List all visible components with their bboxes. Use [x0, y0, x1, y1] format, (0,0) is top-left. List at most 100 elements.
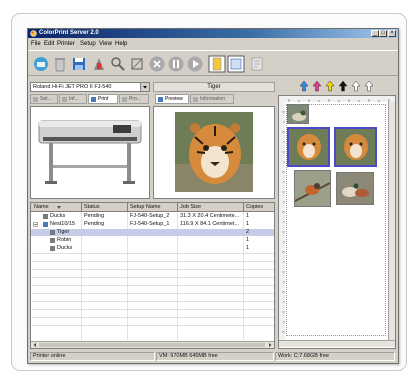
- close-button[interactable]: ×: [388, 30, 396, 37]
- layout-thumb-ducks-2[interactable]: [336, 172, 374, 205]
- job-icon: [50, 238, 55, 243]
- new-icon[interactable]: [32, 55, 50, 73]
- title-bar: ColorPrint Server 2.0 _ □ ×: [28, 29, 398, 38]
- arrow-up-magenta-icon[interactable]: [312, 80, 322, 92]
- job-icon: [43, 214, 48, 219]
- app-window: ColorPrint Server 2.0 _ □ × File Edit Pr…: [27, 28, 399, 364]
- printer-image: [38, 120, 142, 184]
- page-portrait-icon[interactable]: [208, 55, 226, 73]
- cell-name: Tiger: [57, 229, 70, 235]
- job-icon: [50, 246, 55, 251]
- menu-edit[interactable]: Edit: [44, 41, 54, 48]
- layout-thumb-tiger-1[interactable]: [287, 127, 330, 167]
- canvas-vertical-scrollbar[interactable]: [388, 102, 395, 340]
- menu-view[interactable]: View: [99, 41, 112, 48]
- settings-icon[interactable]: [90, 55, 108, 73]
- ducks-thumb-image: [288, 105, 308, 123]
- printer-selector[interactable]: Roland Hi-Fi JET PRO II FJ-540: [30, 82, 150, 92]
- col-size[interactable]: Job Size: [180, 204, 201, 211]
- tab-print-label: Print: [98, 96, 109, 102]
- zoom-icon[interactable]: [109, 55, 127, 73]
- arrow-up-yellow-icon[interactable]: [325, 80, 335, 92]
- layout-thumb-tiger-2[interactable]: [334, 127, 377, 167]
- cell-copies: 1: [246, 245, 250, 251]
- table-row[interactable]: Tiger 2: [31, 229, 274, 236]
- window-title: ColorPrint Server 2.0: [39, 30, 99, 36]
- tab-preview[interactable]: Preview: [155, 94, 189, 104]
- tab-properties[interactable]: Pro...: [119, 94, 149, 104]
- nest-icon: [43, 222, 48, 227]
- layout-thumb-ducks[interactable]: [287, 104, 309, 124]
- cell-size: 31.3 X 20.4 Centimete...: [180, 213, 240, 219]
- tab-info[interactable]: Inf...: [59, 94, 87, 104]
- arrow-up-white-icon[interactable]: [351, 80, 361, 92]
- preview-icon: [158, 97, 163, 102]
- arrow-up-blue-icon[interactable]: [299, 80, 309, 92]
- tab-preview-label: Preview: [165, 96, 183, 102]
- menu-bar: File Edit Printer Setup View Help: [28, 39, 398, 49]
- scroll-right-icon[interactable]: [267, 342, 273, 348]
- job-name-header: Tiger: [153, 82, 275, 92]
- table-header: Name Status Setup Name Job Size Copies: [31, 203, 274, 212]
- tab-info-label: Inf...: [69, 96, 79, 102]
- table-row[interactable]: Ducks 1: [31, 245, 274, 252]
- cell-copies: 1: [246, 221, 250, 227]
- cell-name: Robin: [57, 237, 72, 243]
- cell-name: Nest10/15: [50, 221, 76, 227]
- tab-information[interactable]: Information: [190, 94, 234, 104]
- tab-setup-label: Set...: [40, 96, 52, 102]
- cut-marks-icon[interactable]: [248, 55, 266, 73]
- ducks-thumb-image: [337, 173, 373, 204]
- maximize-button[interactable]: □: [379, 30, 387, 37]
- information-icon: [193, 97, 198, 102]
- table-horizontal-scrollbar[interactable]: [31, 341, 274, 348]
- pause-icon[interactable]: [167, 55, 185, 73]
- arrow-up-black-icon[interactable]: [338, 80, 348, 92]
- vertical-ruler: [279, 102, 285, 340]
- info-icon: [62, 97, 67, 102]
- col-setup[interactable]: Setup Name: [130, 204, 161, 211]
- arrow-up-outline-icon[interactable]: [364, 80, 374, 92]
- table-row[interactable]: Robin 1: [31, 237, 274, 244]
- table-row[interactable]: Ducks Pending FJ-540-Setup_2 31.3 X 20.4…: [31, 213, 274, 220]
- printer-selector-value: Roland Hi-Fi JET PRO II FJ-540: [33, 84, 112, 90]
- crop-icon[interactable]: [128, 55, 146, 73]
- status-bar: Printer online VM: 970MB 645MB free Work…: [28, 351, 398, 362]
- cell-name: Ducks: [50, 213, 66, 219]
- table-row[interactable]: Nest10/15 Pending FJ-540-Setup_1 116.9 X…: [31, 221, 274, 228]
- trash-icon[interactable]: [51, 55, 69, 73]
- tab-setup[interactable]: Set...: [30, 94, 58, 104]
- menu-help[interactable]: Help: [115, 41, 127, 48]
- minimize-button[interactable]: _: [371, 30, 379, 37]
- menu-setup[interactable]: Setup: [80, 41, 96, 48]
- job-queue-table: Name Status Setup Name Job Size Copies D…: [30, 202, 275, 349]
- tab-properties-label: Pro...: [129, 96, 141, 102]
- sort-arrow-icon: [57, 206, 61, 209]
- preview-panel: [153, 106, 275, 199]
- tab-print[interactable]: Print: [88, 94, 118, 104]
- toolbar: [28, 50, 398, 76]
- scroll-left-icon[interactable]: [32, 342, 38, 348]
- chevron-down-icon[interactable]: [140, 83, 149, 91]
- stop-icon[interactable]: [148, 55, 166, 73]
- menu-printer[interactable]: Printer: [57, 41, 75, 48]
- layout-thumb-robin[interactable]: [294, 170, 331, 207]
- cell-setup: FJ-540-Setup_1: [130, 221, 170, 227]
- tab-information-label: Information: [200, 96, 226, 102]
- tiger-thumb-image: [289, 129, 328, 165]
- tiger-thumb-image: [336, 129, 375, 165]
- job-tabs: Preview Information: [153, 94, 275, 105]
- col-copies[interactable]: Copies: [246, 204, 263, 211]
- page-layout-icon[interactable]: [227, 55, 245, 73]
- cell-status: Pending: [84, 221, 105, 227]
- cell-copies: 2: [246, 229, 250, 235]
- menu-file[interactable]: File: [31, 41, 41, 48]
- collapse-icon[interactable]: [33, 222, 38, 227]
- play-icon[interactable]: [186, 55, 204, 73]
- canvas-horizontal-scrollbar[interactable]: [279, 340, 395, 347]
- col-status[interactable]: Status: [84, 204, 100, 211]
- col-name[interactable]: Name: [34, 204, 49, 211]
- scroll-thumb[interactable]: [39, 343, 265, 347]
- save-icon[interactable]: [70, 55, 88, 73]
- cell-copies: 1: [246, 213, 250, 219]
